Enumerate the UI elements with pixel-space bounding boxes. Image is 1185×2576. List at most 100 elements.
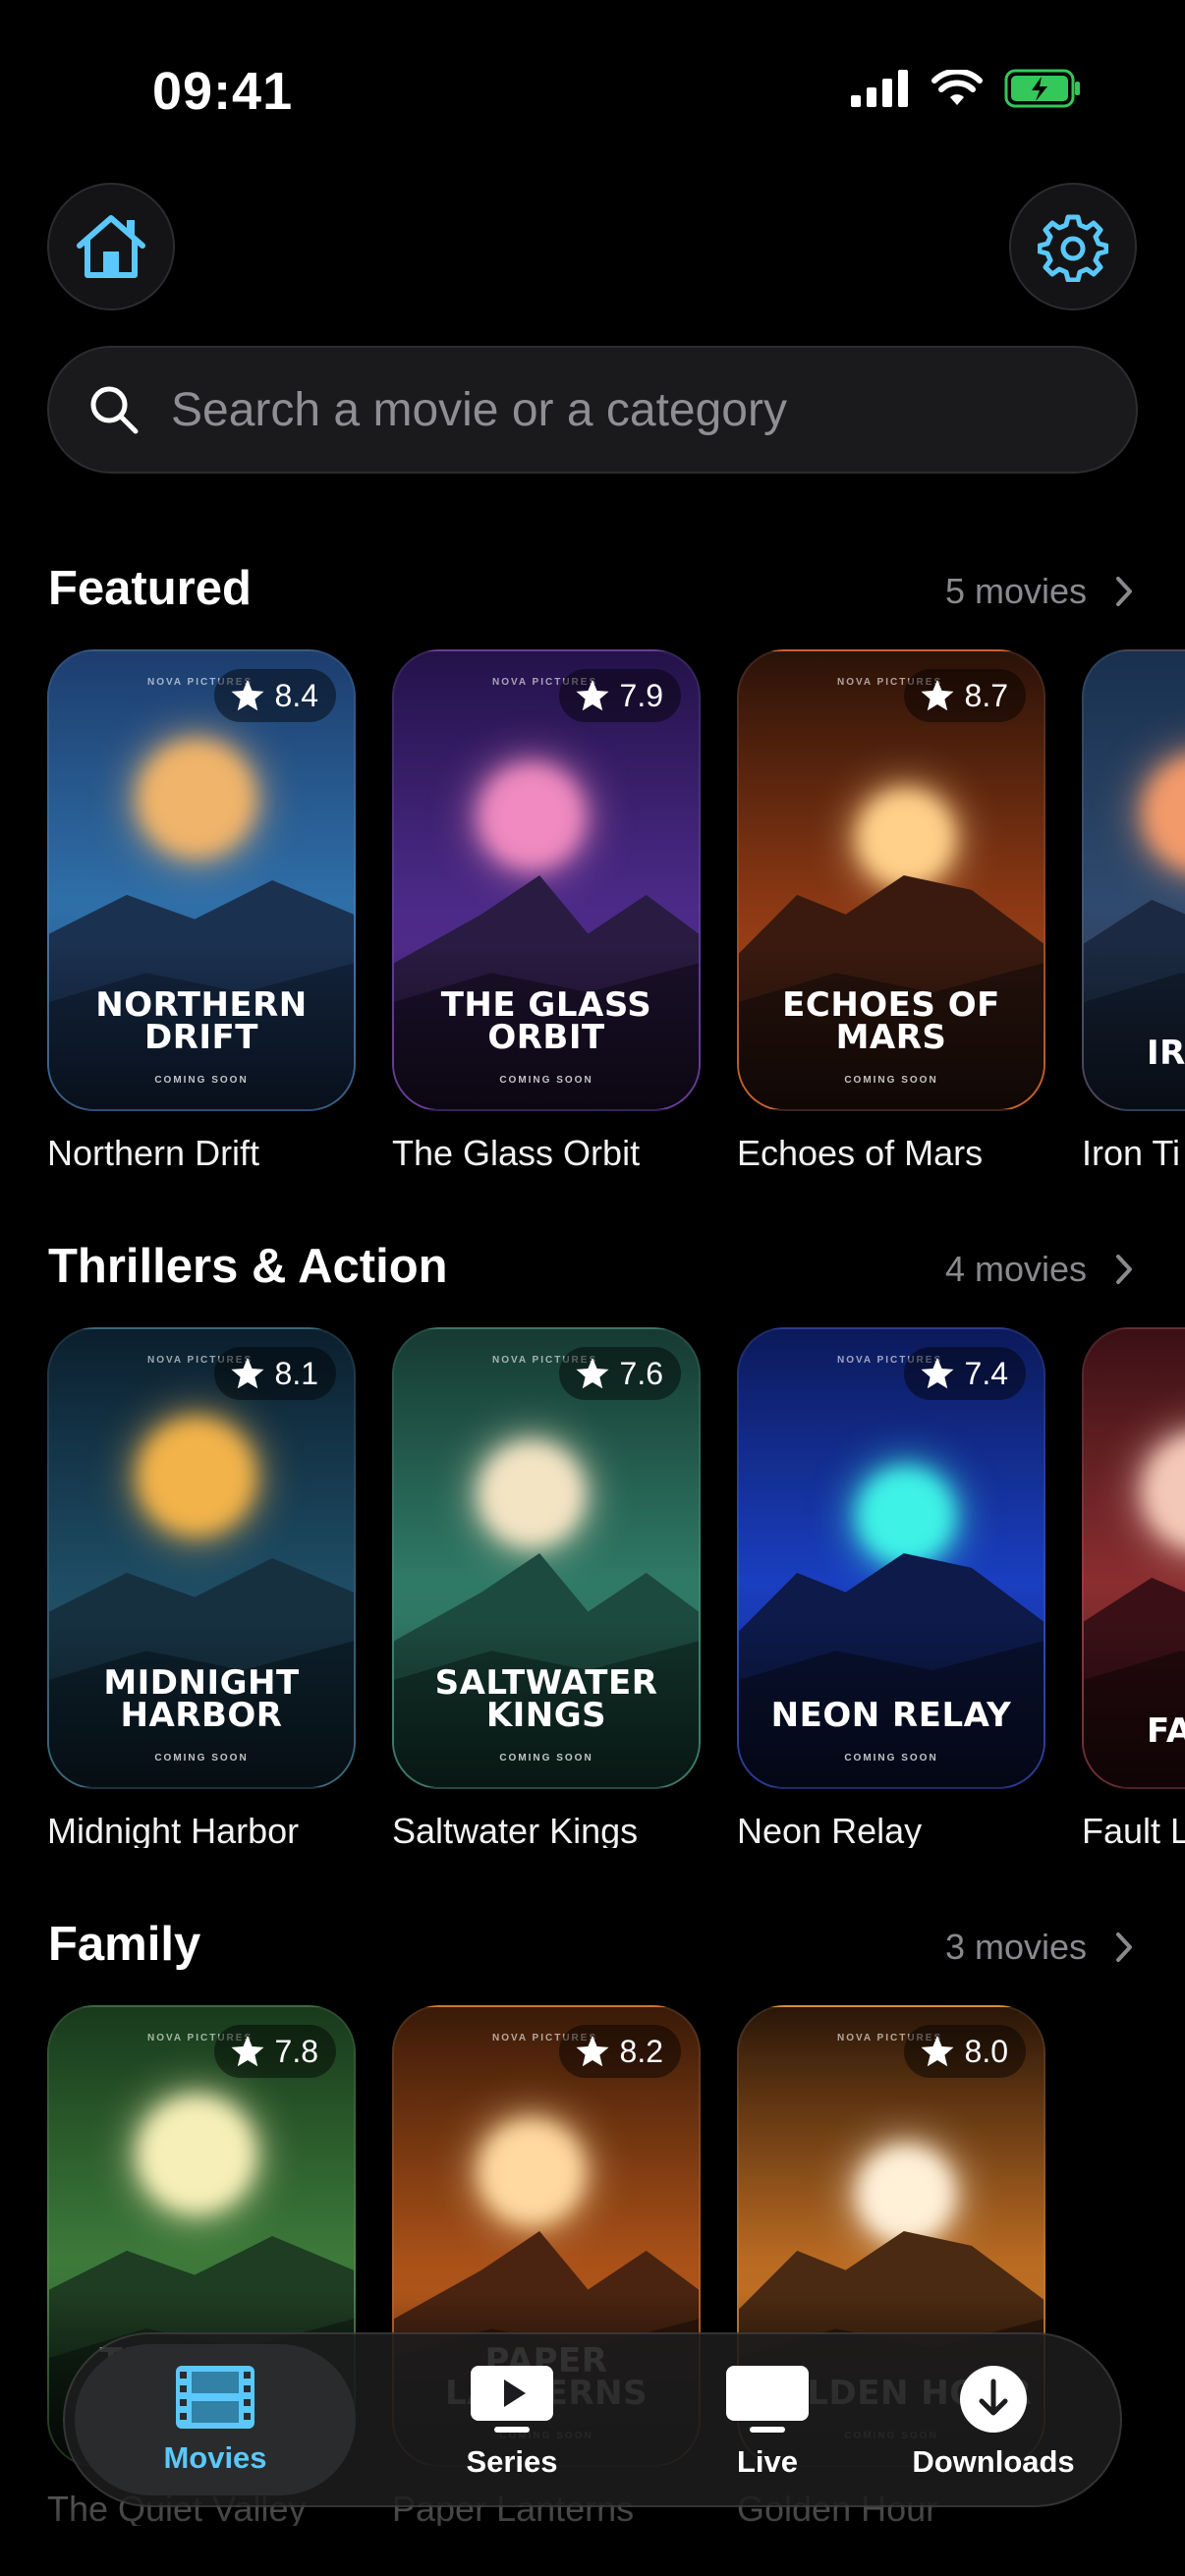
section-title: Family xyxy=(48,1918,201,1971)
poster-title: FAU xyxy=(1147,1711,1185,1751)
movie-title: Midnight Harbor xyxy=(47,1811,300,1848)
movie-poster[interactable]: NOVA PICTURES 7.6 SALTWATER KINGS COMING… xyxy=(392,1327,701,1789)
movie-card[interactable]: NOVA PICTURES 8.1 MIDNIGHT HARBOR COMING… xyxy=(47,1327,356,1848)
poster-title: ECHOES OF MARS xyxy=(782,985,1000,1057)
star-icon xyxy=(921,680,954,711)
movie-title: The Glass Orbit xyxy=(392,1133,641,1170)
poster-title: SALTWATER KINGS xyxy=(434,1663,658,1735)
rating-badge: 8.4 xyxy=(213,669,336,722)
movie-card[interactable]: NOVA PICTURES 7.6 SALTWATER KINGS COMING… xyxy=(392,1327,701,1848)
home-button[interactable] xyxy=(47,183,175,310)
poster-tag: COMING SOON xyxy=(844,1075,938,1086)
star-icon xyxy=(231,680,264,711)
download-icon xyxy=(960,2366,1027,2433)
rating-value: 8.1 xyxy=(274,1355,318,1391)
section-title: Featured xyxy=(48,562,252,615)
tab-bar: Movies Series Live Downloads xyxy=(63,2332,1122,2507)
star-icon xyxy=(231,2036,264,2067)
star-icon xyxy=(576,2036,609,2067)
poster-tag: COMING SOON xyxy=(844,1753,938,1764)
movie-card[interactable]: IR Iron Ti xyxy=(1082,649,1185,1170)
tv-icon xyxy=(726,2366,809,2433)
search-input[interactable] xyxy=(169,381,1057,438)
tab-label-live: Live xyxy=(736,2444,799,2479)
poster-tag: COMING SOON xyxy=(499,1075,593,1086)
rating-badge: 8.1 xyxy=(213,1347,336,1400)
poster-tag: COMING SOON xyxy=(499,1753,593,1764)
tab-live[interactable]: Live xyxy=(669,2334,866,2509)
film-icon xyxy=(176,2366,254,2429)
star-icon xyxy=(576,1358,609,1389)
rating-badge: 7.4 xyxy=(903,1347,1026,1400)
rating-value: 8.4 xyxy=(274,677,318,713)
rating-value: 8.2 xyxy=(619,2033,663,2069)
tab-movies[interactable]: Movies xyxy=(75,2344,356,2495)
rating-badge: 8.2 xyxy=(558,2025,681,2078)
section-count: 4 movies xyxy=(944,1249,1087,1289)
movie-poster[interactable]: NOVA PICTURES 8.7 ECHOES OF MARS COMING … xyxy=(737,649,1045,1111)
poster-title: IR xyxy=(1147,1034,1185,1073)
chevron-right-icon xyxy=(1116,577,1132,606)
star-icon xyxy=(921,1358,954,1389)
poster-title: MIDNIGHT HARBOR xyxy=(103,1663,300,1735)
status-icons xyxy=(851,69,1083,108)
movie-card[interactable]: NOVA PICTURES 8.7 ECHOES OF MARS COMING … xyxy=(737,649,1045,1170)
rating-badge: 8.0 xyxy=(903,2025,1026,2078)
movie-poster[interactable]: IR xyxy=(1082,649,1185,1111)
search-bar[interactable] xyxy=(47,346,1138,474)
poster-tag: COMING SOON xyxy=(154,1075,249,1086)
movie-title: Echoes of Mars xyxy=(737,1133,984,1170)
search-icon xyxy=(90,386,139,434)
rating-badge: 7.8 xyxy=(213,2025,336,2078)
poster-tag: COMING SOON xyxy=(154,1753,249,1764)
wifi-icon xyxy=(931,70,983,105)
play-icon xyxy=(471,2366,553,2433)
chevron-right-icon xyxy=(1116,1255,1132,1284)
home-icon xyxy=(77,215,145,278)
movie-poster[interactable]: FAU xyxy=(1082,1327,1185,1789)
section-see-all[interactable]: 4 movies xyxy=(945,1249,1134,1290)
movie-title: Northern Drift xyxy=(47,1133,260,1170)
section-see-all[interactable]: 3 movies xyxy=(945,1927,1134,1968)
movie-poster[interactable]: NOVA PICTURES 7.4 NEON RELAY COMING SOON xyxy=(737,1327,1045,1789)
gear-icon xyxy=(1038,214,1108,282)
movie-card[interactable]: NOVA PICTURES 7.4 NEON RELAY COMING SOON… xyxy=(737,1327,1045,1848)
tab-series[interactable]: Series xyxy=(399,2334,625,2509)
poster-title: NORTHERN DRIFT xyxy=(95,985,308,1057)
status-time: 09:41 xyxy=(152,62,294,121)
poster-title: NEON RELAY xyxy=(770,1696,1012,1735)
rating-badge: 7.6 xyxy=(558,1347,681,1400)
movie-title: Saltwater Kings xyxy=(392,1811,639,1848)
star-icon xyxy=(576,680,609,711)
section-count: 3 movies xyxy=(944,1927,1087,1967)
star-icon xyxy=(921,2036,954,2067)
tab-label-movies: Movies xyxy=(163,2440,267,2475)
signal-icon xyxy=(851,70,908,107)
movie-row: NOVA PICTURES 8.4 NORTHERN DRIFT COMING … xyxy=(0,649,1185,1170)
settings-button[interactable] xyxy=(1009,183,1137,310)
movie-title: Neon Relay xyxy=(737,1811,923,1848)
movie-poster[interactable]: NOVA PICTURES 7.9 THE GLASS ORBIT COMING… xyxy=(392,649,701,1111)
poster-title: THE GLASS ORBIT xyxy=(440,985,652,1057)
movie-card[interactable]: NOVA PICTURES 7.9 THE GLASS ORBIT COMING… xyxy=(392,649,701,1170)
rating-value: 7.9 xyxy=(619,677,663,713)
movie-card[interactable]: NOVA PICTURES 8.4 NORTHERN DRIFT COMING … xyxy=(47,649,356,1170)
movie-card[interactable]: FAU Fault L xyxy=(1082,1327,1185,1848)
chevron-right-icon xyxy=(1116,1932,1132,1962)
tab-label-downloads: Downloads xyxy=(912,2444,1075,2479)
rating-badge: 7.9 xyxy=(558,669,681,722)
rating-badge: 8.7 xyxy=(903,669,1026,722)
movie-poster[interactable]: NOVA PICTURES 8.4 NORTHERN DRIFT COMING … xyxy=(47,649,356,1111)
movie-title: Iron Ti xyxy=(1082,1133,1181,1170)
tab-downloads[interactable]: Downloads xyxy=(880,2334,1106,2509)
movie-poster[interactable]: NOVA PICTURES 8.1 MIDNIGHT HARBOR COMING… xyxy=(47,1327,356,1789)
star-icon xyxy=(231,1358,264,1389)
rating-value: 7.6 xyxy=(619,1355,663,1391)
rating-value: 7.8 xyxy=(274,2033,318,2069)
battery-icon xyxy=(1004,69,1080,108)
movie-title: Fault L xyxy=(1082,1811,1185,1848)
rating-value: 8.7 xyxy=(964,677,1008,713)
section-see-all[interactable]: 5 movies xyxy=(945,571,1134,612)
rating-value: 8.0 xyxy=(964,2033,1008,2069)
rating-value: 7.4 xyxy=(964,1355,1008,1391)
